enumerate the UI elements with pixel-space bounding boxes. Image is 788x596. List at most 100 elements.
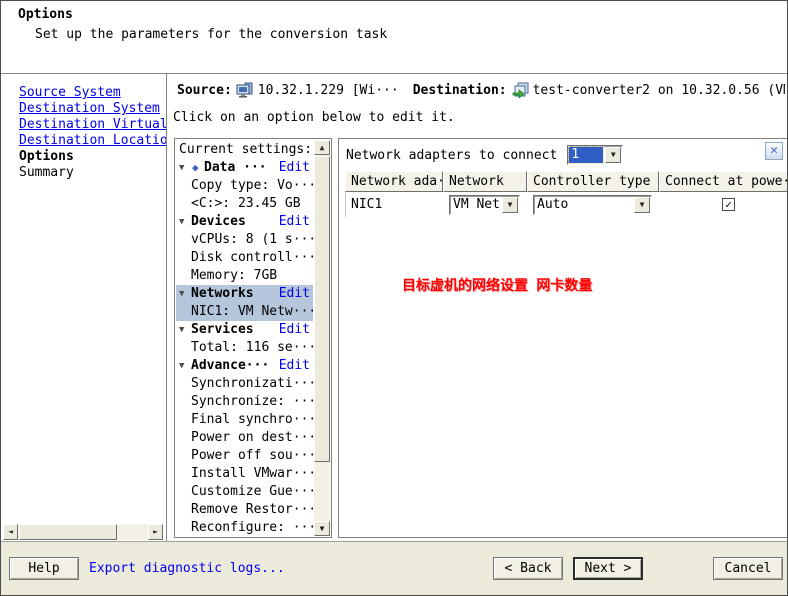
controller-type-dropdown[interactable]: Auto▼ — [533, 195, 652, 215]
sidebar-item-source-system[interactable]: Source System — [1, 85, 166, 101]
tree-group-label: Devices — [176, 214, 246, 229]
tree-collapse-arrow-icon[interactable]: ▼ — [179, 285, 184, 303]
column-header-1[interactable]: Network ada··· — [345, 171, 443, 192]
export-diagnostic-logs-link[interactable]: Export diagnostic logs... — [89, 561, 285, 576]
tree-item-text: NIC1: VM Netw··· — [176, 304, 313, 319]
scroll-up-arrow-icon[interactable]: ▲ — [314, 140, 330, 155]
tree-item-text: Customize Gue··· — [176, 484, 313, 499]
destination-vm-icon — [511, 82, 529, 98]
tree-item-text: Install VMwar··· — [176, 466, 313, 481]
scroll-right-arrow-icon[interactable]: ► — [148, 524, 163, 540]
tree-group-label: Data ··· — [176, 160, 267, 175]
tree-item-row[interactable]: Power off sou··· — [176, 447, 313, 465]
edit-link[interactable]: Edit — [279, 285, 310, 303]
back-button[interactable]: < Back — [493, 557, 563, 580]
sidebar-item-options: Options — [1, 149, 166, 165]
adapter-name-cell: NIC1 — [346, 197, 444, 212]
tree-item-row[interactable]: Synchronizati··· — [176, 375, 313, 393]
tree-rows: Current settings: ▼◆Data ···EditCopy typ… — [176, 141, 313, 537]
converter-wizard-window: Options Set up the parameters for the co… — [0, 0, 788, 596]
help-button[interactable]: Help — [9, 557, 79, 580]
column-header-3[interactable]: Controller type — [527, 171, 659, 192]
next-button[interactable]: Next > — [573, 557, 643, 580]
source-computer-icon — [236, 82, 254, 98]
tree-item-row[interactable]: Synchronize: ··· — [176, 393, 313, 411]
connect-checkbox[interactable]: ✓ — [722, 198, 735, 211]
edit-link[interactable]: Edit — [279, 159, 310, 177]
tree-group-label: Networks — [176, 286, 254, 301]
network-options-panel: Network adapters to connect 1 ▼ ✕ Networ… — [338, 138, 787, 538]
sidebar-item-label[interactable]: Destination Location — [19, 133, 166, 148]
sidebar-item-label[interactable]: Destination System — [19, 101, 160, 116]
tree-collapse-arrow-icon[interactable]: ▼ — [179, 213, 184, 231]
tree-item-row[interactable]: Total: 116 se··· — [176, 339, 313, 357]
scrollbar-thumb[interactable] — [19, 524, 117, 540]
edit-link[interactable]: Edit — [279, 321, 310, 339]
chevron-down-icon[interactable]: ▼ — [634, 197, 650, 213]
tree-item-text: Power off sou··· — [176, 448, 313, 463]
close-icon[interactable]: ✕ — [765, 142, 783, 160]
tree-collapse-arrow-icon[interactable]: ▼ — [179, 321, 184, 339]
sidebar-item-label[interactable]: Source System — [19, 85, 121, 100]
column-header-2[interactable]: Network — [443, 171, 527, 192]
tree-item-row[interactable]: NIC1: VM Netw··· — [176, 303, 313, 321]
tree-item-text: Copy type: Vo··· — [176, 178, 313, 193]
sidebar-item-destination-location[interactable]: Destination Location — [1, 133, 166, 149]
tree-item-text: <C:>: 23.45 GB — [176, 196, 301, 211]
tree-item-row[interactable]: Remove Restor··· — [176, 501, 313, 519]
chevron-down-icon[interactable]: ▼ — [605, 147, 621, 163]
tree-item-row[interactable]: Customize Gue··· — [176, 483, 313, 501]
scrollbar-thumb[interactable] — [314, 156, 330, 462]
source-destination-bar: Source: 10.32.1.229 [Wi··· Destination: — [177, 82, 785, 98]
tree-group-row[interactable]: ▼Devices Edit — [176, 213, 313, 231]
tree-item-text: Remove Restor··· — [176, 502, 313, 517]
source-label: Source: — [177, 83, 232, 98]
scroll-down-arrow-icon[interactable]: ▼ — [314, 521, 330, 536]
network-dropdown[interactable]: VM Net···▼ — [449, 195, 520, 215]
controller-type-dropdown-value: Auto — [535, 197, 632, 213]
tree-item-row[interactable]: vCPUs: 8 (1 s··· — [176, 231, 313, 249]
tree-group-row[interactable]: ▼Advance··· Edit — [176, 357, 313, 375]
footer-bar: Help Export diagnostic logs... < Back Ne… — [1, 541, 787, 595]
tree-item-row[interactable]: Disk controll··· — [176, 249, 313, 267]
tree-collapse-arrow-icon[interactable]: ▼ — [179, 357, 184, 375]
tree-group-label: Advance··· — [176, 358, 269, 373]
controller-type-cell: Auto▼ — [528, 195, 660, 215]
tree-item-row[interactable]: <C:>: 23.45 GB — [176, 195, 313, 213]
edit-link[interactable]: Edit — [279, 213, 310, 231]
tree-vertical-scrollbar[interactable]: ▲ ▼ — [314, 140, 330, 536]
adapter-count-value: 1 — [569, 147, 603, 163]
sidebar-horizontal-scrollbar[interactable]: ◄ ► — [3, 524, 163, 540]
tree-item-row[interactable]: Final synchro··· — [176, 411, 313, 429]
tree-group-row[interactable]: ▼ServicesEdit — [176, 321, 313, 339]
tree-item-row[interactable]: Reconfigure: ··· — [176, 519, 313, 537]
tree-item-row[interactable]: Copy type: Vo··· — [176, 177, 313, 195]
tree-group-row[interactable]: ▼ ◆Data ··· Edit — [176, 159, 313, 177]
tree-item-text: Memory: 7GB — [176, 268, 277, 283]
tree-collapse-arrow-icon[interactable]: ▼ — [179, 159, 184, 177]
sidebar-item-label[interactable]: Destination Virtual M — [19, 117, 166, 132]
table-row: NIC1VM Net···▼Auto▼✓ — [345, 192, 788, 217]
tree-item-row[interactable]: Power on dest··· — [176, 429, 313, 447]
connect-at-power-on-cell: ✓ — [660, 198, 788, 211]
adapter-count-dropdown[interactable]: 1 ▼ — [567, 145, 623, 165]
tree-item-text: Disk controll··· — [176, 250, 313, 265]
network-dropdown-value: VM Net··· — [451, 197, 500, 213]
data-diamond-icon: ◆ — [192, 159, 199, 177]
tree-group-row[interactable]: ▼Networks Edit — [176, 285, 313, 303]
sidebar-item-destination-system[interactable]: Destination System — [1, 101, 166, 117]
scroll-left-arrow-icon[interactable]: ◄ — [3, 524, 18, 540]
sidebar-item-destination-virtual-m[interactable]: Destination Virtual M — [1, 117, 166, 133]
tree-item-row[interactable]: Memory: 7GB — [176, 267, 313, 285]
chevron-down-icon[interactable]: ▼ — [502, 197, 518, 213]
tree-item-row[interactable]: Install VMwar··· — [176, 465, 313, 483]
edit-link[interactable]: Edit — [279, 357, 310, 375]
tree-item-text: vCPUs: 8 (1 s··· — [176, 232, 313, 247]
tree-item-text: Synchronize: ··· — [176, 394, 313, 409]
sidebar-item-summary: Summary — [1, 165, 166, 181]
adapters-label: Network adapters to connect — [346, 148, 557, 163]
tree-item-text: Synchronizati··· — [176, 376, 313, 391]
column-header-4[interactable]: Connect at powe··· — [659, 171, 788, 192]
source-value: 10.32.1.229 [Wi··· — [258, 83, 399, 98]
cancel-button[interactable]: Cancel — [713, 557, 783, 580]
